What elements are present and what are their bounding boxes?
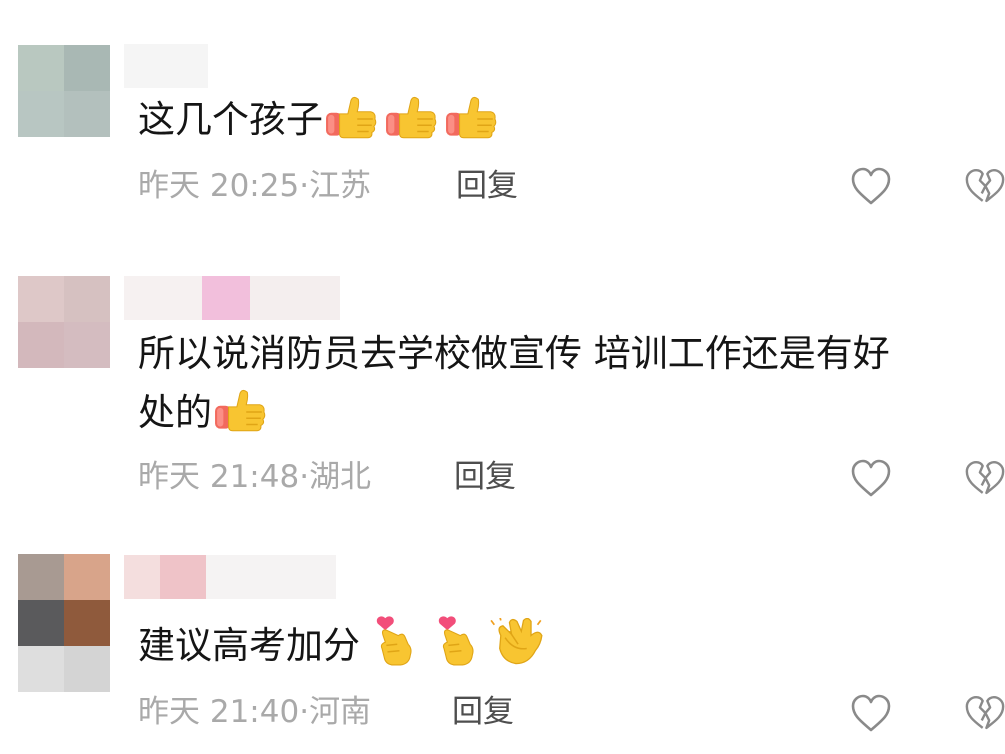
- dislike-broken-heart-icon[interactable]: [965, 166, 1005, 206]
- comment-text: 这几个孩子: [138, 92, 988, 148]
- meta-separator: ·: [299, 459, 310, 495]
- thumbs-up-icon: [214, 389, 266, 432]
- meta-separator: ·: [299, 168, 310, 204]
- meta-separator: ·: [299, 694, 310, 730]
- comment-text: 建议高考加分: [138, 616, 988, 674]
- thumbs-up-icon: [385, 96, 437, 139]
- username[interactable]: [124, 44, 208, 88]
- like-heart-icon[interactable]: [850, 693, 892, 733]
- clapping-hands-icon: [490, 618, 543, 665]
- finger-heart-icon: [376, 616, 412, 666]
- reply-button[interactable]: 回复: [456, 164, 518, 208]
- comment-time: 昨天 21:48: [138, 459, 300, 495]
- comment-meta: 昨天 21:48·湖北: [138, 455, 371, 499]
- comment-meta: 昨天 21:40·河南: [138, 690, 371, 734]
- comment-location: 江苏: [309, 168, 372, 204]
- finger-heart-icon: [438, 616, 474, 666]
- dislike-broken-heart-icon[interactable]: [965, 693, 1005, 733]
- comment-time: 昨天 21:40: [138, 694, 300, 730]
- avatar[interactable]: [18, 45, 110, 137]
- comment-text-line: 所以说消防员去学校做宣传 培训工作还是有好: [138, 332, 890, 375]
- avatar[interactable]: [18, 276, 110, 368]
- reply-button[interactable]: 回复: [452, 690, 514, 734]
- avatar[interactable]: [18, 554, 110, 692]
- thumbs-up-icon: [445, 96, 497, 139]
- comment-location: 河南: [309, 694, 372, 730]
- like-heart-icon[interactable]: [850, 166, 892, 206]
- comment-time: 昨天 20:25: [138, 168, 300, 204]
- comment-text-line: 处的: [138, 385, 988, 441]
- comment-meta: 昨天 20:25·江苏: [138, 164, 371, 208]
- username[interactable]: [124, 555, 336, 599]
- reply-button[interactable]: 回复: [454, 455, 516, 499]
- comment-text: 所以说消防员去学校做宣传 培训工作还是有好 处的: [138, 326, 988, 441]
- dislike-broken-heart-icon[interactable]: [965, 458, 1005, 498]
- like-heart-icon[interactable]: [850, 458, 892, 498]
- thumbs-up-icon: [325, 96, 377, 139]
- comment-location: 湖北: [309, 459, 372, 495]
- username[interactable]: [124, 276, 340, 320]
